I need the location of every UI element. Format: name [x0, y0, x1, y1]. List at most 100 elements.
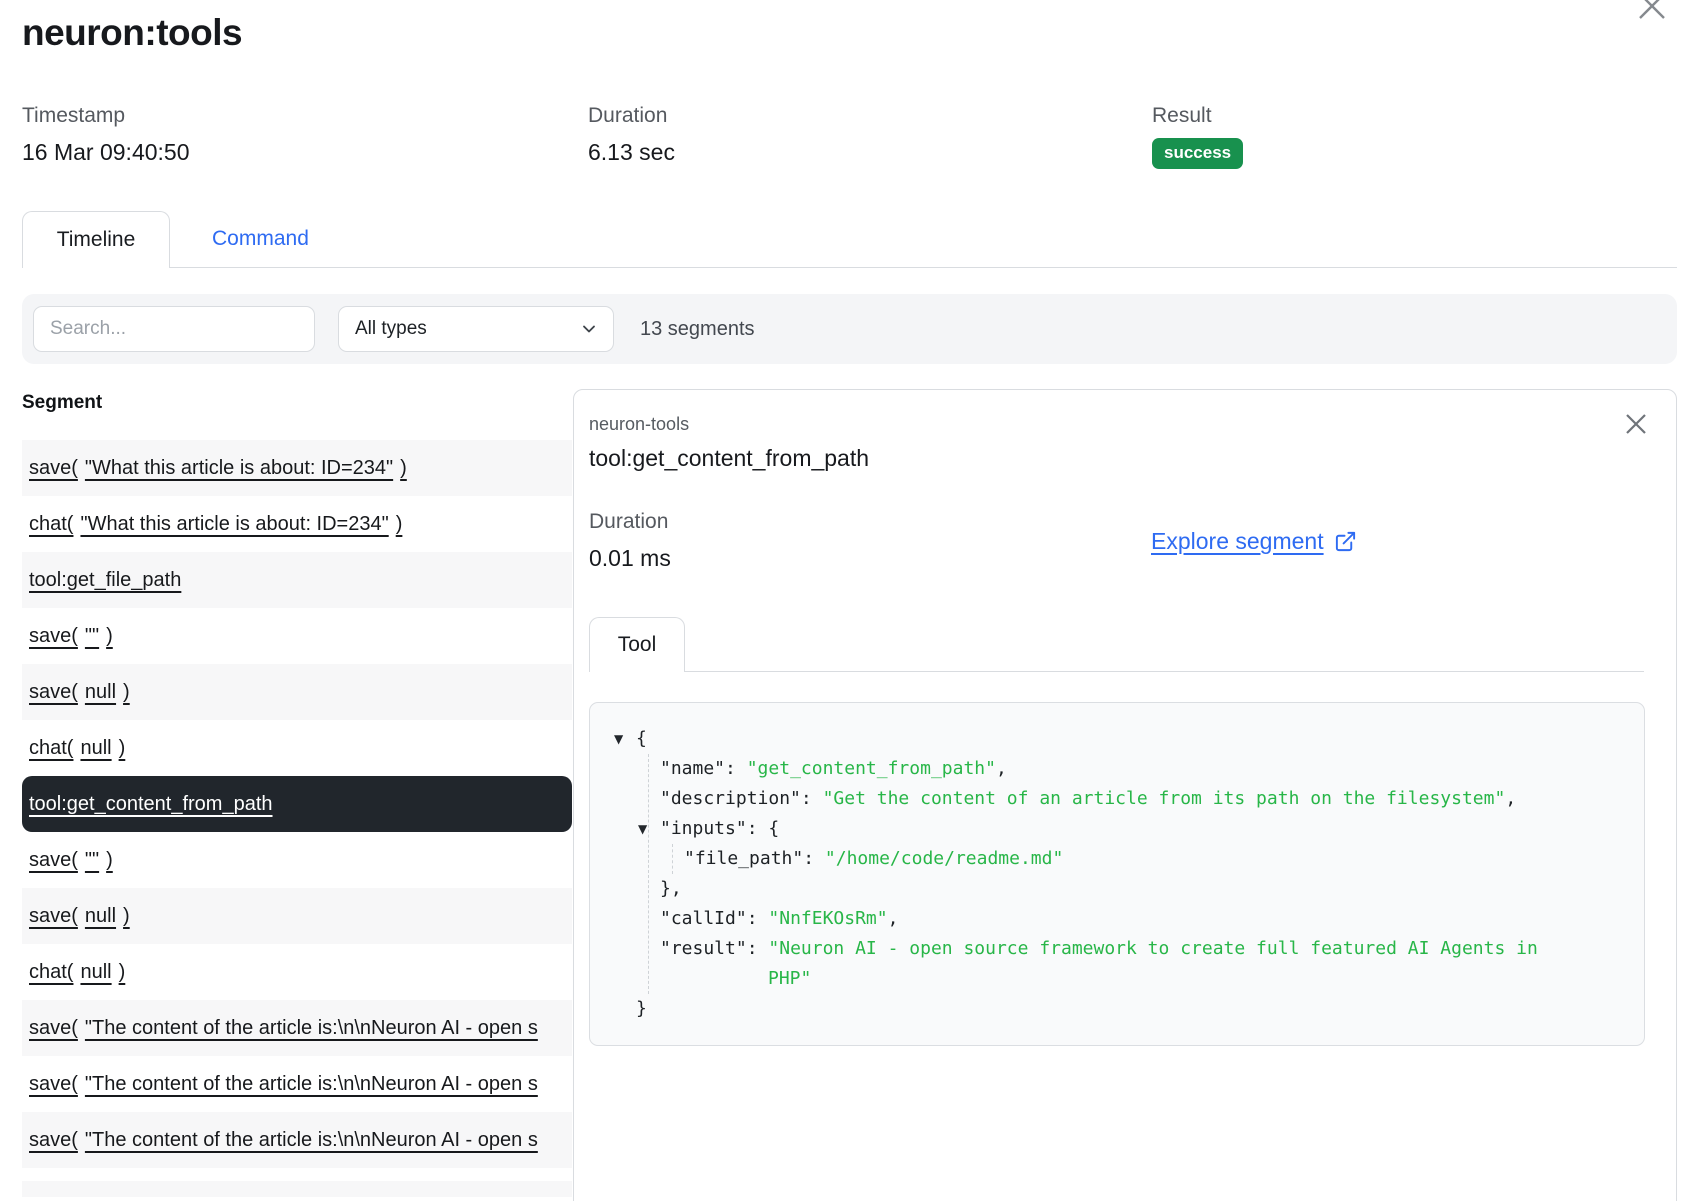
type-filter-dropdown[interactable]: All types	[338, 306, 614, 352]
segment-row[interactable]: save(null)	[22, 664, 572, 720]
tab-timeline[interactable]: Timeline	[22, 211, 170, 268]
segment-link-part: save(	[29, 849, 78, 871]
chevron-down-icon	[579, 319, 599, 339]
code-token-punc: ,	[888, 908, 899, 929]
segment-link-part: tool:get_content_from_path	[29, 793, 273, 815]
code-token-key: "result"	[660, 938, 747, 959]
detail-tabs: Tool	[589, 617, 1644, 672]
code-line: "description": "Get the content of an ar…	[590, 784, 1644, 814]
indent-guide	[648, 754, 649, 994]
segment-row[interactable]: chat("What this article is about: ID=234…	[22, 496, 572, 552]
timestamp-field: Timestamp 16 Mar 09:40:50	[22, 104, 190, 166]
indent-guide	[672, 844, 673, 874]
result-field: Result success	[1152, 104, 1243, 169]
segment-link-part: "The content of the article is:\n\nNeuro…	[85, 1017, 538, 1039]
segment-link-part: )	[106, 849, 113, 871]
type-filter-value: All types	[355, 318, 427, 340]
timestamp-label: Timestamp	[22, 104, 190, 128]
segment-link-part: "What this article is about: ID=234"	[85, 457, 393, 479]
search-input[interactable]	[33, 306, 315, 352]
partial-segment-row	[22, 1181, 572, 1197]
segment-link-part: save(	[29, 1073, 78, 1095]
segment-link-part: )	[119, 737, 126, 759]
segment-row[interactable]: save( "The content of the article is:\n\n…	[22, 1056, 572, 1112]
segment-row[interactable]: chat( null)	[22, 720, 572, 776]
timestamp-value: 16 Mar 09:40:50	[22, 139, 190, 166]
segment-row[interactable]: tool:get_file_path	[22, 552, 572, 608]
code-token-key: "callId"	[660, 908, 747, 929]
segment-link-part: tool:get_file_path	[29, 569, 181, 591]
trace-inspector-page: neuron:tools Timestamp 16 Mar 09:40:50 D…	[0, 0, 1699, 1201]
collapse-triangle-icon[interactable]: ▼	[614, 724, 636, 754]
code-token-punc: :	[725, 758, 747, 779]
detail-duration-field: Duration 0.01 ms	[589, 510, 1151, 572]
code-token-punc: :	[747, 938, 769, 959]
code-token-str: "/home/code/readme.md"	[825, 848, 1063, 869]
segment-link-part: )	[123, 681, 130, 703]
segment-link-part: null	[85, 905, 116, 927]
explore-segment-label: Explore segment	[1151, 528, 1324, 555]
panel-close-icon[interactable]	[1622, 410, 1650, 438]
segment-link-part: chat(	[29, 737, 73, 759]
segment-link-part: )	[123, 905, 130, 927]
code-line: ▼{	[590, 724, 1644, 754]
code-token-punc: },	[660, 878, 682, 899]
close-icon[interactable]	[1632, 0, 1672, 26]
page-title: neuron:tools	[22, 12, 242, 54]
segment-link-part: save(	[29, 457, 78, 479]
segment-row-selected[interactable]: tool:get_content_from_path	[22, 776, 572, 832]
code-token-punc: ,	[996, 758, 1007, 779]
result-label: Result	[1152, 104, 1243, 128]
detail-segment-title: tool:get_content_from_path	[589, 445, 1644, 472]
code-token-key: "description"	[660, 788, 801, 809]
main-tabs: Timeline Command	[22, 211, 1677, 268]
segment-link-part: null	[80, 737, 111, 759]
segment-detail-panel: neuron-tools tool:get_content_from_path …	[573, 389, 1677, 1201]
code-token-punc: {	[636, 728, 647, 749]
segment-link-part: "The content of the article is:\n\nNeuro…	[85, 1129, 538, 1151]
explore-segment-link[interactable]: Explore segment	[1151, 528, 1357, 555]
code-line: "file_path": "/home/code/readme.md"	[590, 844, 1644, 874]
segment-column-header: Segment	[22, 392, 572, 414]
segment-link-part: )	[396, 513, 403, 535]
segment-count: 13 segments	[640, 294, 755, 364]
tab-command[interactable]: Command	[200, 211, 321, 267]
code-line: },	[590, 874, 1644, 904]
segment-row[interactable]: chat(null)	[22, 944, 572, 1000]
segment-row[interactable]: save( "")	[22, 832, 572, 888]
code-line: "result": "Neuron AI - open source frame…	[590, 934, 1644, 964]
external-link-icon	[1334, 530, 1357, 553]
segment-row[interactable]: save(null)	[22, 888, 572, 944]
code-token-str: "Neuron AI - open source framework to cr…	[768, 938, 1537, 959]
segment-row[interactable]: save("The content of the article is:\n\n…	[22, 1112, 572, 1168]
code-token-punc: :	[747, 908, 769, 929]
code-line: "callId": "NnfEKOsRm",	[590, 904, 1644, 934]
segment-column: Segment save( "What this article is about…	[22, 392, 572, 1197]
collapse-triangle-icon[interactable]: ▼	[638, 814, 660, 844]
tab-tool[interactable]: Tool	[589, 617, 685, 672]
duration-field: Duration 6.13 sec	[588, 104, 675, 166]
segment-link-part: ""	[85, 849, 99, 871]
segment-list: save( "What this article is about: ID=234…	[22, 440, 572, 1168]
segment-link-part: )	[119, 961, 126, 983]
detail-duration-value: 0.01 ms	[589, 545, 1151, 572]
code-token-str: "get_content_from_path"	[747, 758, 996, 779]
segment-link-part: )	[400, 457, 407, 479]
detail-duration-label: Duration	[589, 510, 1151, 534]
code-token-key: "name"	[660, 758, 725, 779]
segment-link-part: "The content of the article is:\n\nNeuro…	[85, 1073, 538, 1095]
segment-row[interactable]: save( "What this article is about: ID=234…	[22, 440, 572, 496]
detail-app-name: neuron-tools	[589, 414, 1644, 435]
code-token-punc: : {	[747, 818, 780, 839]
segment-row[interactable]: save("")	[22, 608, 572, 664]
code-token-key: "file_path"	[684, 848, 803, 869]
filter-bar: All types 13 segments	[22, 294, 1677, 364]
segment-link-part: save(	[29, 1017, 78, 1039]
duration-value: 6.13 sec	[588, 139, 675, 166]
segment-link-part: )	[106, 625, 113, 647]
code-line: ▼"inputs": {	[590, 814, 1644, 844]
segment-link-part: save(	[29, 681, 78, 703]
segment-row[interactable]: save( "The content of the article is:\n\n…	[22, 1000, 572, 1056]
code-token-str: "Get the content of an article from its …	[823, 788, 1506, 809]
segment-link-part: chat(	[29, 961, 73, 983]
